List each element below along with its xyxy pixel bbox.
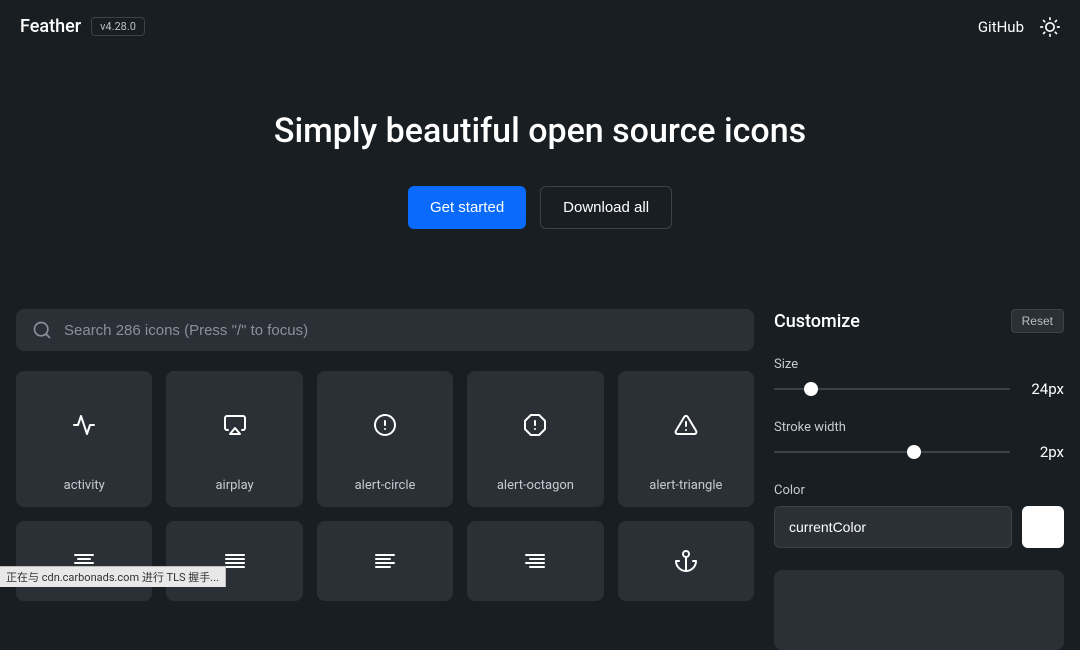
size-control: Size 24px [774,357,1064,398]
alert-triangle-icon [674,413,698,437]
alert-octagon-icon [523,413,547,437]
header-right: GitHub [978,17,1060,37]
icon-label: alert-octagon [497,478,574,507]
anchor-icon [674,549,698,573]
airplay-icon [223,413,247,437]
browser-statusbar: 正在与 cdn.carbonads.com 进行 TLS 握手... [0,566,226,587]
icon-card-align-center[interactable] [16,521,152,601]
search-bar[interactable] [16,309,754,351]
icon-card-anchor[interactable] [618,521,754,601]
icon-card-alert-circle[interactable]: alert-circle [317,371,453,507]
search-icon [32,320,52,340]
stroke-value: 2px [1024,443,1064,461]
icon-label: activity [64,478,105,507]
icon-card-activity[interactable]: activity [16,371,152,507]
color-control: Color [774,483,1064,548]
hero-title: Simply beautiful open source icons [0,111,1080,151]
color-label: Color [774,483,1064,498]
customize-title: Customize [774,311,860,332]
search-input[interactable] [64,322,738,339]
get-started-button[interactable]: Get started [408,186,526,229]
theme-toggle-button[interactable] [1040,17,1060,37]
icon-label: airplay [215,478,253,507]
hero: Simply beautiful open source icons Get s… [0,53,1080,269]
content: activity airplay alert-circle alert-octa… [16,309,754,650]
hero-buttons: Get started Download all [0,186,1080,229]
icon-card-align-justify[interactable] [166,521,302,601]
reset-button[interactable]: Reset [1011,309,1064,333]
icon-card-align-left[interactable] [317,521,453,601]
size-value: 24px [1024,380,1064,398]
activity-icon [72,413,96,437]
sun-icon [1040,17,1060,37]
icon-card-alert-octagon[interactable]: alert-octagon [467,371,603,507]
sidebar-header: Customize Reset [774,309,1064,333]
customize-sidebar: Customize Reset Size 24px Stroke width 2… [774,309,1064,650]
align-left-icon [373,549,397,573]
main: activity airplay alert-circle alert-octa… [0,269,1080,650]
icon-label: alert-triangle [649,478,722,507]
stroke-slider[interactable] [774,451,1010,453]
icon-card-align-right[interactable] [467,521,603,601]
header-left: Feather v4.28.0 [20,16,145,37]
size-label: Size [774,357,1064,372]
header: Feather v4.28.0 GitHub [0,0,1080,53]
ad-box [774,570,1064,650]
alert-circle-icon [373,413,397,437]
color-swatch[interactable] [1022,506,1064,548]
stroke-label: Stroke width [774,420,1064,435]
color-input[interactable] [774,506,1012,548]
icon-label: alert-circle [355,478,416,507]
align-justify-icon [223,549,247,573]
version-badge[interactable]: v4.28.0 [91,17,145,36]
logo[interactable]: Feather [20,16,81,37]
download-all-button[interactable]: Download all [540,186,672,229]
icon-card-airplay[interactable]: airplay [166,371,302,507]
align-right-icon [523,549,547,573]
github-link[interactable]: GitHub [978,18,1024,36]
icon-card-alert-triangle[interactable]: alert-triangle [618,371,754,507]
size-slider[interactable] [774,388,1010,390]
stroke-control: Stroke width 2px [774,420,1064,461]
